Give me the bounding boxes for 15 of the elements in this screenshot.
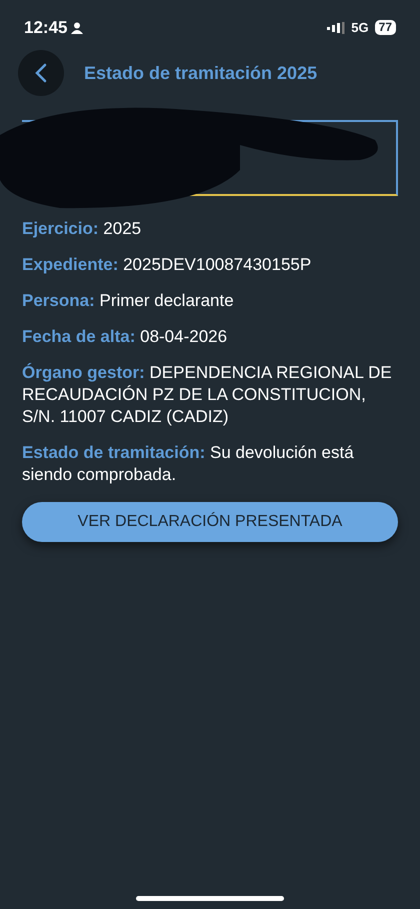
field-text: Persona: Primer declarante	[22, 290, 235, 312]
field-text: Expediente: 2025DEV10087430155P	[22, 254, 312, 276]
battery-indicator: 77	[374, 20, 396, 35]
field-text: Ejercicio: 2025	[22, 218, 142, 240]
back-button[interactable]	[18, 50, 64, 96]
field-text: Estado de tramitación: Su devolución está siendo comprobada.	[22, 442, 355, 486]
field-text: Órgano gestor: DEPENDENCIA REGIONAL DE RECAUDACIÓN PZ DE LA CONSTITUCION, S/N. 11007 CADIZ (CADIZ)	[22, 362, 393, 428]
view-declaration-button[interactable]: VER DECLARACIÓN PRESENTADA	[22, 502, 398, 542]
signal-icon	[327, 22, 346, 34]
network-label: 5G	[351, 18, 369, 37]
back-icon	[35, 63, 47, 83]
person-icon	[71, 22, 84, 34]
field-text: Fecha de alta: 08-04-2026	[22, 326, 228, 348]
status-time: 12:45	[24, 16, 68, 39]
page-title: Estado de tramitación 2025	[84, 62, 318, 84]
